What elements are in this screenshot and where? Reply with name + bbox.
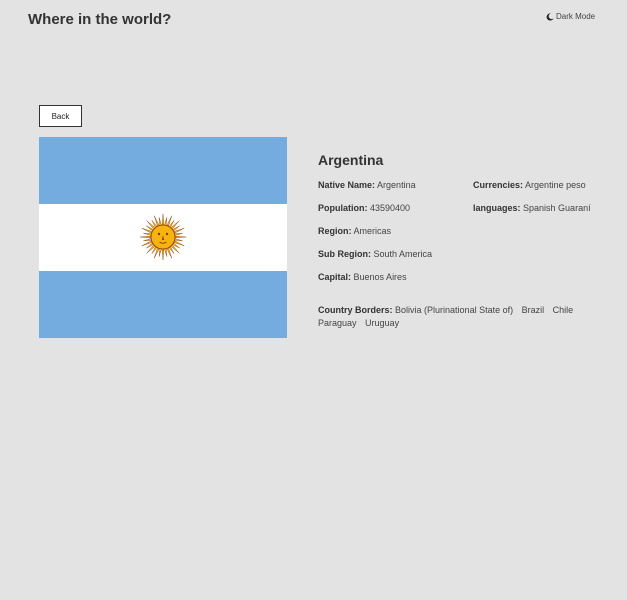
page-title: Where in the world? xyxy=(28,11,172,28)
native-name-row: Native Name: Argentina xyxy=(318,180,416,190)
border-country-link[interactable]: Chile xyxy=(553,305,574,315)
dark-mode-label: Dark Mode xyxy=(556,12,596,21)
region-row: Region: Americas xyxy=(318,226,392,236)
population-row: Population: 43590400 xyxy=(318,203,411,213)
country-flag xyxy=(39,137,287,338)
country-name: Argentina xyxy=(318,152,384,168)
currencies-value: Argentine peso xyxy=(525,180,586,190)
border-country-link[interactable]: Uruguay xyxy=(365,318,399,328)
dark-mode-toggle[interactable]: Dark Mode xyxy=(546,12,595,21)
native-name-value: Argentina xyxy=(377,180,416,190)
moon-icon xyxy=(546,12,554,21)
region-value: Americas xyxy=(353,226,392,236)
languages-row: languages: Spanish Guaraní xyxy=(473,203,591,213)
sub-region-row: Sub Region: South America xyxy=(318,249,433,259)
border-country-link[interactable]: Paraguay xyxy=(318,318,357,328)
back-button[interactable]: Back xyxy=(39,105,82,127)
capital-value: Buenos Aires xyxy=(353,272,407,282)
population-value: 43590400 xyxy=(370,203,411,213)
languages-value: Spanish Guaraní xyxy=(523,203,591,213)
country-borders: Country Borders: Bolivia (Plurinational … xyxy=(318,305,574,328)
capital-row: Capital: Buenos Aires xyxy=(318,272,407,282)
currencies-row: Currencies: Argentine peso xyxy=(473,180,586,190)
sub-region-value: South America xyxy=(373,249,433,259)
border-country-link[interactable]: Brazil xyxy=(522,305,545,315)
border-country-link[interactable]: Bolivia (Plurinational State of) xyxy=(395,305,513,315)
